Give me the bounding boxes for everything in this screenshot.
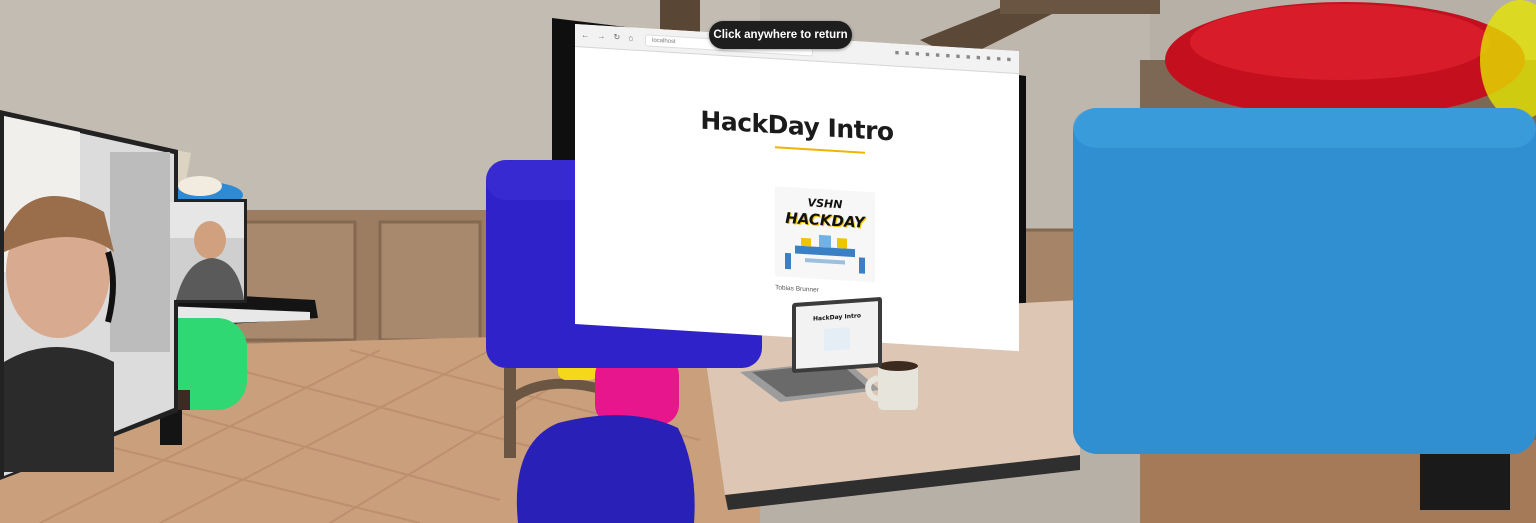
click-to-return-button[interactable]: Click anywhere to return: [709, 21, 852, 49]
logo-illustration: [785, 234, 865, 274]
video-tile-participant-right: [170, 202, 244, 300]
extension-icons: ■ ■ ■ ■ ■ ■ ■ ■ ■ ■ ■ ■: [894, 49, 1013, 64]
browser-nav-icons: ← → ↻ ⌂: [581, 30, 637, 43]
laptop-screen: HackDay Intro: [792, 296, 882, 374]
laptop-slide-title: HackDay Intro: [813, 312, 861, 323]
slide-title: HackDay Intro: [700, 105, 894, 147]
slide-title-underline: [775, 146, 865, 154]
video-tile-participant-left: [4, 116, 174, 476]
hackday-logo: VSHN HACKDAY: [775, 186, 875, 283]
laptop-slide-logo: [824, 327, 850, 351]
